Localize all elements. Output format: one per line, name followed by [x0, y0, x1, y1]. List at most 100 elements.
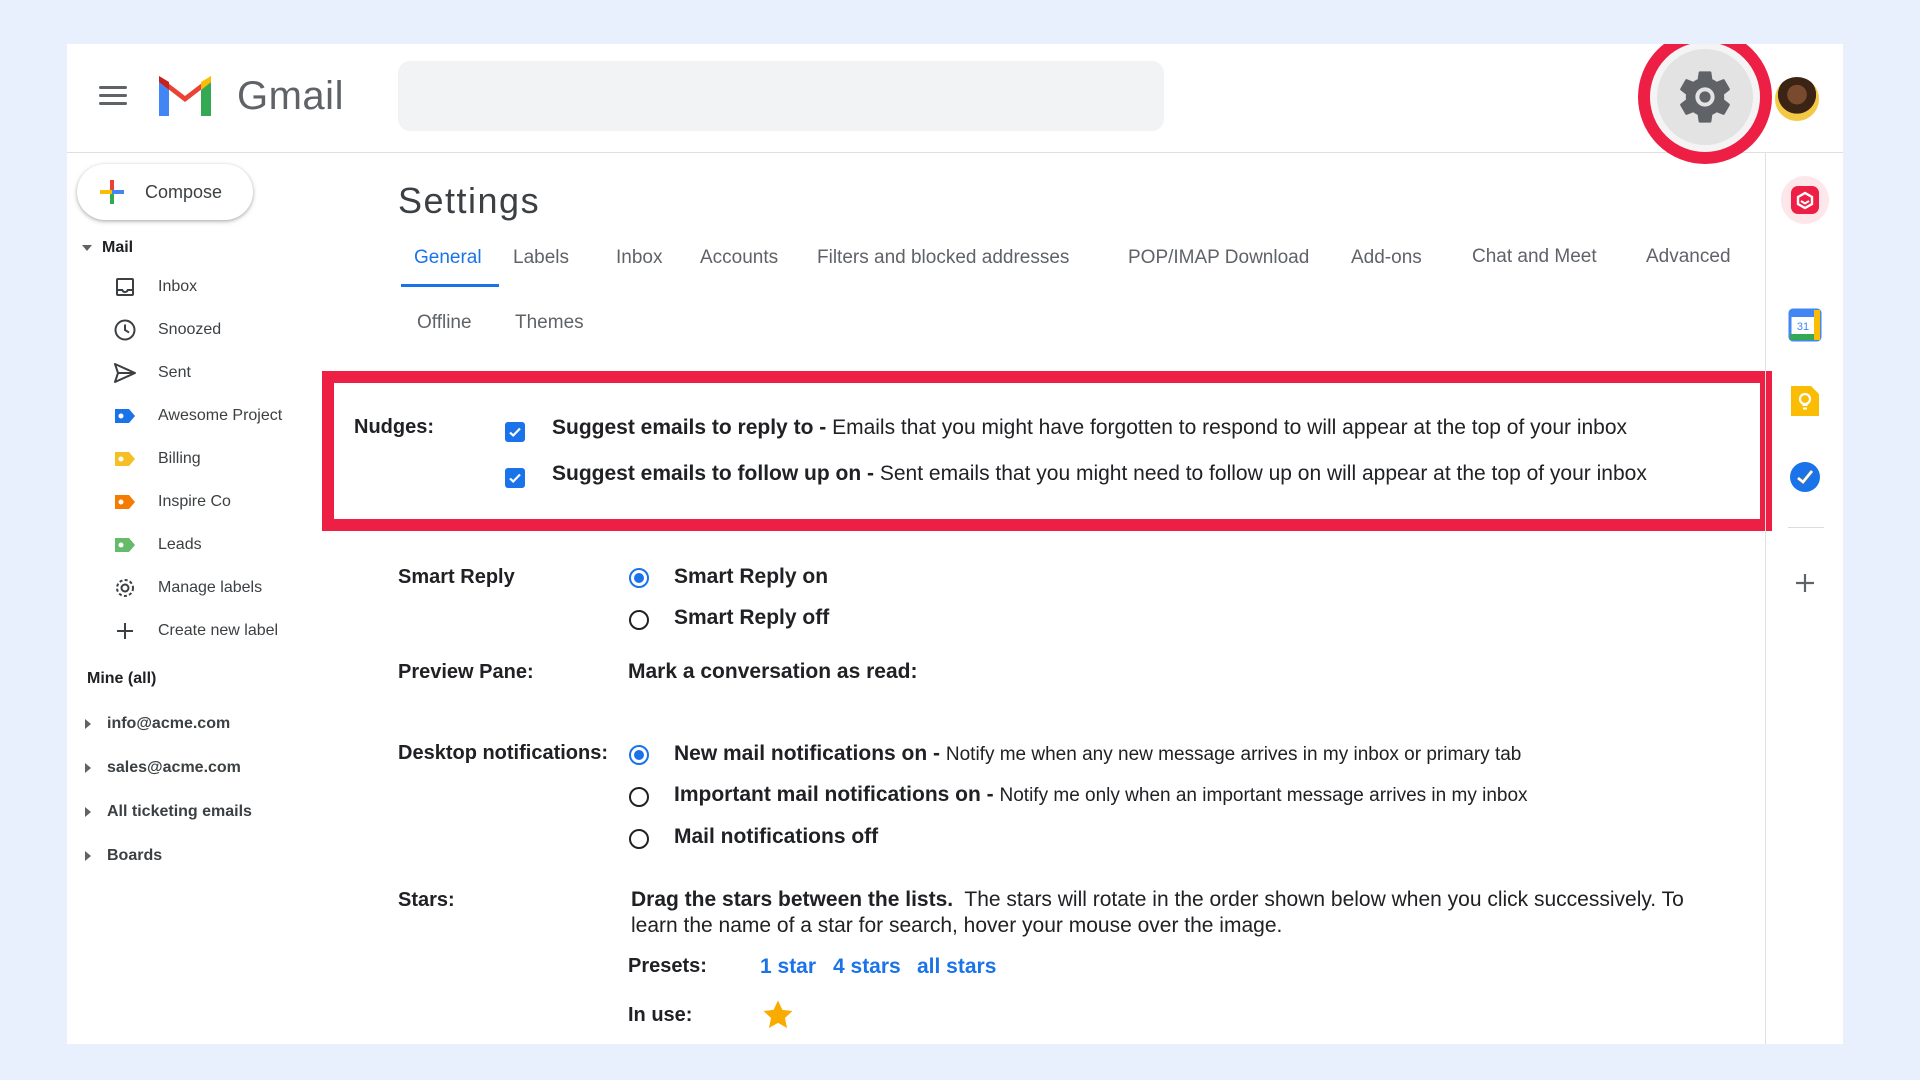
in-use-label: In use:	[628, 1004, 693, 1026]
nudge-follow-text: Suggest emails to follow up on - Sent em…	[552, 462, 1647, 486]
preset-all-stars-link[interactable]: all stars	[917, 955, 996, 979]
preset-1-star-link[interactable]: 1 star	[760, 955, 816, 979]
smart-reply-on-label: Smart Reply on	[674, 565, 829, 588]
mail-notifications-off-radio[interactable]	[629, 829, 649, 849]
nudge-follow-title: Suggest emails to follow up on -	[552, 462, 875, 485]
chevron-right-icon	[85, 763, 91, 773]
sidebar-account-info[interactable]: info@acme.com	[85, 709, 230, 739]
sidebar-item-snoozed[interactable]: Snoozed	[112, 313, 362, 347]
mail-section-toggle[interactable]: Mail	[82, 239, 133, 257]
stars-instruction: Drag the stars between the lists.	[631, 888, 954, 911]
compose-button[interactable]: Compose	[77, 164, 253, 220]
tab-advanced[interactable]: Advanced	[1646, 246, 1731, 268]
desktop-notifications-label: Desktop notifications:	[398, 742, 609, 764]
page-title: Settings	[398, 180, 541, 221]
calendar-icon: 31	[1788, 308, 1822, 342]
tab-add-ons[interactable]: Add-ons	[1351, 247, 1422, 269]
new-mail-notifications-description: Notify me when any new message arrives i…	[945, 744, 1522, 765]
sidebar-boards[interactable]: Boards	[85, 841, 162, 871]
settings-button[interactable]	[1657, 49, 1753, 145]
preview-pane-value: Mark a conversation as read:	[628, 660, 918, 683]
check-icon	[509, 427, 521, 438]
top-bar: Gmail	[67, 44, 1843, 164]
star-icon[interactable]	[761, 998, 795, 1032]
keep-addon-button[interactable]	[1786, 382, 1824, 420]
chevron-right-icon	[85, 807, 91, 817]
sidebar-item-label: Leads	[158, 536, 202, 553]
mail-section-label: Mail	[102, 239, 134, 256]
label-icon	[112, 446, 138, 472]
important-mail-notifications-title: Important mail notifications on -	[674, 783, 994, 806]
tab-offline[interactable]: Offline	[417, 312, 472, 334]
menu-bar	[99, 101, 127, 105]
svg-text:31: 31	[1797, 321, 1809, 333]
gmail-window: Gmail Compose Mail Inbox Snoozed Sent Aw…	[67, 44, 1843, 1044]
sidebar-item-label: Create new label	[158, 622, 279, 639]
avatar[interactable]	[1775, 77, 1819, 121]
gear-icon	[112, 575, 138, 601]
important-mail-notifications-description: Notify me only when an important message…	[999, 785, 1528, 806]
sidebar-item-label: Inspire Co	[158, 493, 231, 510]
tab-filters[interactable]: Filters and blocked addresses	[817, 247, 1069, 269]
new-mail-notifications-text: New mail notifications on - Notify me wh…	[674, 742, 1521, 766]
compose-label: Compose	[145, 181, 223, 202]
new-mail-notifications-radio[interactable]	[629, 745, 649, 765]
tab-labels[interactable]: Labels	[513, 247, 569, 269]
inbox-icon	[112, 274, 138, 300]
gmail-wordmark: Gmail	[237, 74, 344, 118]
sidebar-item-label: Billing	[158, 450, 201, 467]
nudge-reply-checkbox[interactable]	[505, 422, 525, 442]
sidebar-all-ticketing-emails[interactable]: All ticketing emails	[85, 797, 252, 827]
main-menu-button[interactable]	[93, 75, 133, 115]
stars-description-line2: learn the name of a star for search, hov…	[631, 914, 1283, 937]
sidebar-item-leads[interactable]: Leads	[112, 528, 362, 562]
sidebar-item-label: Inbox	[158, 278, 198, 295]
tab-chat-and-meet[interactable]: Chat and Meet	[1472, 246, 1597, 268]
tab-general[interactable]: General	[414, 247, 482, 269]
nudge-reply-description: Emails that you might have forgotten to …	[832, 416, 1628, 439]
nudge-reply-title: Suggest emails to reply to -	[552, 416, 827, 439]
label-icon	[112, 489, 138, 515]
smart-reply-on-radio[interactable]	[629, 568, 649, 588]
plus-icon	[1796, 574, 1814, 592]
search-input[interactable]	[398, 61, 1164, 131]
stars-description-line1: Drag the stars between the lists. The st…	[631, 888, 1684, 912]
tasks-addon-button[interactable]	[1786, 458, 1824, 496]
sidebar-item-inbox[interactable]: Inbox	[112, 270, 362, 304]
hiver-addon-button[interactable]	[1781, 176, 1829, 224]
nudges-highlight-box	[322, 371, 1772, 531]
important-mail-notifications-text: Important mail notifications on - Notify…	[674, 783, 1528, 807]
tab-accounts[interactable]: Accounts	[700, 247, 778, 269]
gmail-logo-icon[interactable]	[155, 72, 215, 118]
sidebar-item-create-new-label[interactable]: Create new label	[112, 614, 362, 648]
calendar-addon-button[interactable]: 31	[1786, 306, 1824, 344]
tab-pop-imap[interactable]: POP/IMAP Download	[1128, 247, 1309, 269]
account-label: All ticketing emails	[107, 803, 252, 820]
sidebar-account-sales[interactable]: sales@acme.com	[85, 753, 241, 783]
sidebar-item-manage-labels[interactable]: Manage labels	[112, 571, 362, 605]
account-label: sales@acme.com	[107, 759, 241, 776]
keep-icon	[1791, 386, 1819, 416]
clock-icon	[112, 317, 138, 343]
important-mail-notifications-radio[interactable]	[629, 787, 649, 807]
gear-icon	[1680, 71, 1730, 123]
plus-icon	[112, 618, 138, 644]
smart-reply-off-radio[interactable]	[629, 610, 649, 630]
stars-description: The stars will rotate in the order shown…	[964, 888, 1684, 911]
account-label: Boards	[107, 847, 163, 864]
sidebar-item-label: Snoozed	[158, 321, 222, 338]
presets-label: Presets:	[628, 955, 707, 977]
new-mail-notifications-title: New mail notifications on -	[674, 742, 941, 765]
menu-bar	[99, 93, 127, 97]
send-icon	[112, 360, 138, 386]
smart-reply-label: Smart Reply	[398, 566, 515, 588]
plus-icon	[100, 180, 124, 204]
side-panel: 31	[1765, 152, 1843, 1044]
tab-inbox[interactable]: Inbox	[616, 247, 662, 269]
preset-4-stars-link[interactable]: 4 stars	[833, 955, 901, 979]
nudge-follow-checkbox[interactable]	[505, 468, 525, 488]
get-addons-button[interactable]	[1786, 564, 1824, 602]
tab-themes[interactable]: Themes	[515, 312, 584, 334]
mine-all-heading[interactable]: Mine (all)	[87, 670, 156, 688]
mail-notifications-off-label: Mail notifications off	[674, 825, 879, 848]
